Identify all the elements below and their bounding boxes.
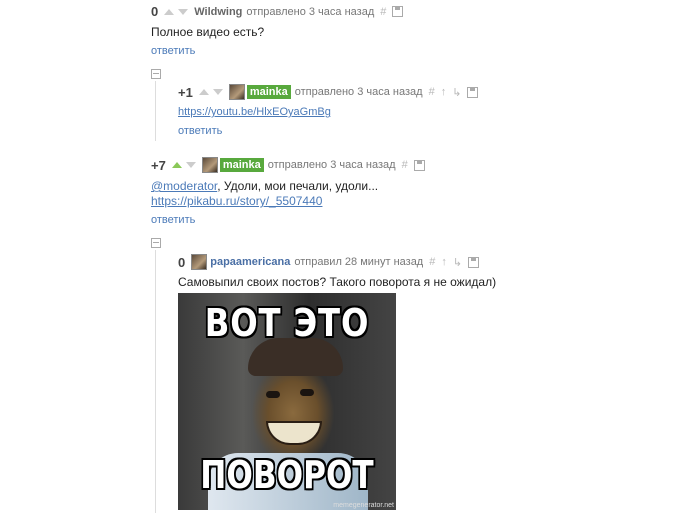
comment-3-text: , Удоли, мои печали, удоли... <box>217 179 379 193</box>
comment-1-text: Полное видео есть? <box>151 25 265 39</box>
comment-3-time: отправлено 3 часа назад <box>267 159 396 171</box>
save-icon[interactable] <box>468 256 480 268</box>
avatar[interactable] <box>228 84 245 100</box>
comment-3-rating: +7 <box>151 157 166 173</box>
avatar[interactable] <box>201 157 218 173</box>
thread-line <box>155 81 156 141</box>
comment-1-header: 0 Wildwing отправлено 3 часа назад # <box>151 4 404 19</box>
comment-2-reply-button[interactable]: ответить <box>178 125 222 137</box>
comment-2-link[interactable]: https://youtu.be/HlxEOyaGmBg <box>178 106 331 118</box>
downvote-icon[interactable] <box>185 162 196 168</box>
comment-4-text: Самовыпил своих постов? Такого поворота … <box>178 275 497 289</box>
comment-2-username[interactable]: mainka <box>246 85 291 99</box>
avatar[interactable] <box>191 254 208 270</box>
comment-3-mention[interactable]: @moderator <box>151 179 217 193</box>
upvote-icon[interactable] <box>171 162 182 168</box>
comment-1-rating: 0 <box>151 4 159 19</box>
comment-1-time: отправлено 3 часа назад <box>246 5 375 18</box>
thread-line <box>155 250 156 513</box>
comment-1-username[interactable]: Wildwing <box>194 6 242 18</box>
permalink-hash-icon[interactable]: # <box>429 86 435 98</box>
comment-1-reply-button[interactable]: ответить <box>151 45 195 57</box>
meme-eye-right <box>300 389 314 396</box>
parent-comment-icon[interactable]: ↑ <box>441 86 447 98</box>
save-icon[interactable] <box>467 86 479 98</box>
meme-bottom-text: ПОВОРОТ <box>200 453 374 497</box>
save-icon[interactable] <box>413 159 425 171</box>
comment-2-header: +1 mainka отправлено 3 часа назад # ↑ ↳ <box>178 84 479 100</box>
collapse-thread-icon[interactable] <box>151 69 161 79</box>
meme-eye-left <box>266 391 280 398</box>
permalink-hash-icon[interactable]: # <box>429 256 435 268</box>
downvote-icon[interactable] <box>212 89 223 95</box>
comment-3-reply-button[interactable]: ответить <box>151 214 195 226</box>
parent-comment-icon[interactable]: ↑ <box>441 256 447 268</box>
comment-4-rating: 0 <box>178 254 186 270</box>
comment-4-header: 0 papaamericana отправил 28 минут назад … <box>178 254 480 270</box>
comment-3-body: @moderator, Удоли, мои печали, удоли... <box>151 179 378 193</box>
upvote-icon[interactable] <box>164 8 175 15</box>
comment-3-link[interactable]: https://pikabu.ru/story/_5507440 <box>151 194 322 208</box>
comment-2-time: отправлено 3 часа назад <box>294 86 423 98</box>
permalink-hash-icon[interactable]: # <box>402 159 408 171</box>
comment-2-rating: +1 <box>178 84 193 100</box>
downvote-icon[interactable] <box>178 8 189 15</box>
branch-icon[interactable]: ↳ <box>452 86 461 99</box>
meme-top-text: ВОТ ЭТО <box>204 301 370 345</box>
comment-4-username[interactable]: papaamericana <box>210 256 290 268</box>
comment-3-header: +7 mainka отправлено 3 часа назад # <box>151 157 425 173</box>
upvote-icon[interactable] <box>198 89 209 95</box>
branch-icon[interactable]: ↳ <box>453 256 462 269</box>
permalink-hash-icon[interactable]: # <box>380 6 386 18</box>
comment-4-time: отправил 28 минут назад <box>294 256 424 268</box>
meme-watermark: memegenerator.net <box>333 502 394 509</box>
meme-image[interactable]: ВОТ ЭТО ПОВОРОТ memegenerator.net <box>178 293 396 510</box>
comment-3-username[interactable]: mainka <box>219 158 264 172</box>
save-icon[interactable] <box>392 6 404 17</box>
collapse-thread-icon[interactable] <box>151 238 161 248</box>
